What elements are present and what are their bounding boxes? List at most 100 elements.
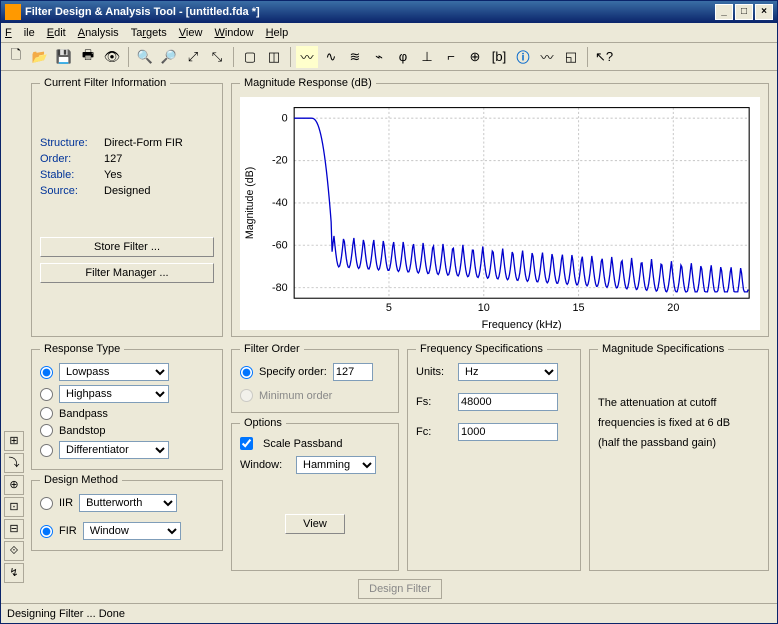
filter-order-group: Filter Order Specify order: Minimum orde…: [231, 343, 399, 413]
menu-targets[interactable]: Targets: [131, 27, 167, 39]
polezero-icon[interactable]: ⊕: [464, 46, 486, 68]
design-filter-button[interactable]: Design Filter: [358, 579, 442, 599]
fullview-icon[interactable]: ▢: [239, 46, 261, 68]
window-label: Window:: [240, 459, 290, 471]
differentiator-radio[interactable]: [40, 444, 53, 457]
structure-label: Structure:: [40, 137, 104, 149]
mag-icon[interactable]: 〰: [296, 46, 318, 68]
content-area: ⊞ ⤵ ⊕ ⊡ ⊟ ⟐ ↯ Current Filter Information…: [1, 71, 777, 603]
app-window: Filter Design & Analysis Tool - [untitle…: [0, 0, 778, 624]
zoomin-icon[interactable]: 🔍: [134, 46, 156, 68]
window-select[interactable]: Hamming: [296, 456, 376, 474]
units-select[interactable]: Hz: [458, 363, 558, 381]
separator: [233, 47, 234, 67]
response-type-group: Response Type Lowpass Highpass Bandpass …: [31, 343, 223, 470]
magest-icon[interactable]: 〰: [536, 46, 558, 68]
step-icon[interactable]: ⌐: [440, 46, 462, 68]
lowpass-radio[interactable]: [40, 366, 53, 379]
scale-passband-checkbox[interactable]: [240, 437, 253, 450]
toolbar: 🗋 📂 💾 🖶 👁 🔍 🔎 ⤢ ⤡ ▢ ◫ 〰 ∿ ≋ ⌁ φ ⊥ ⌐ ⊕ [b…: [1, 43, 777, 71]
sidetab-multirate-icon[interactable]: ⟐: [4, 541, 24, 561]
app-icon: [5, 4, 21, 20]
help-icon[interactable]: ↖?: [593, 46, 615, 68]
open-icon[interactable]: 📂: [29, 46, 51, 68]
svg-text:20: 20: [667, 302, 679, 314]
svg-text:-60: -60: [272, 240, 288, 252]
maximize-button[interactable]: □: [735, 4, 753, 20]
zoomout-icon[interactable]: 🔎: [158, 46, 180, 68]
minimum-order-radio: [240, 389, 253, 402]
menu-window[interactable]: Window: [214, 27, 253, 39]
sidetab-realize-icon[interactable]: ⊡: [4, 497, 24, 517]
svg-text:-40: -40: [272, 197, 288, 209]
close-button[interactable]: ×: [755, 4, 773, 20]
bandstop-radio[interactable]: [40, 424, 53, 437]
svg-text:5: 5: [386, 302, 392, 314]
print-icon[interactable]: 🖶: [77, 46, 99, 68]
fc-input[interactable]: [458, 423, 558, 441]
highpass-radio[interactable]: [40, 388, 53, 401]
order-input[interactable]: [333, 363, 373, 381]
zoomx-icon[interactable]: ⤢: [182, 46, 204, 68]
mag-text-2: frequencies is fixed at 6 dB: [598, 413, 760, 433]
sidetab-polezero-icon[interactable]: ⊕: [4, 475, 24, 495]
menu-view[interactable]: View: [179, 27, 203, 39]
fir-radio[interactable]: [40, 525, 53, 538]
status-text: Designing Filter ... Done: [7, 608, 125, 620]
groupdelay-icon[interactable]: ⌁: [368, 46, 390, 68]
mag-text-3: (half the passband gain): [598, 433, 760, 453]
separator: [587, 47, 588, 67]
printpreview-icon[interactable]: 👁: [101, 46, 123, 68]
magphase-icon[interactable]: ≋: [344, 46, 366, 68]
highpass-select[interactable]: Highpass: [59, 385, 169, 403]
filter-info-group: Current Filter Information Structure:Dir…: [31, 77, 223, 337]
design-method-group: Design Method IIRButterworth FIRWindow: [31, 474, 223, 551]
menu-file[interactable]: File: [5, 27, 35, 39]
minimize-button[interactable]: _: [715, 4, 733, 20]
filter-manager-button[interactable]: Filter Manager ...: [40, 263, 214, 283]
specs-icon[interactable]: ◫: [263, 46, 285, 68]
phasedelay-icon[interactable]: φ: [392, 46, 414, 68]
bandpass-radio[interactable]: [40, 407, 53, 420]
impulse-icon[interactable]: ⊥: [416, 46, 438, 68]
fc-label: Fc:: [416, 426, 452, 438]
fir-select[interactable]: Window: [83, 522, 181, 540]
sidetab-quantize-icon[interactable]: ⊟: [4, 519, 24, 539]
fir-label: FIR: [59, 525, 77, 537]
svg-text:-20: -20: [272, 155, 288, 167]
structure-value: Direct-Form FIR: [104, 137, 214, 149]
specify-order-label: Specify order:: [259, 366, 327, 378]
separator: [290, 47, 291, 67]
info-icon[interactable]: ⓘ: [512, 46, 534, 68]
separator: [128, 47, 129, 67]
menu-edit[interactable]: Edit: [47, 27, 66, 39]
menu-analysis[interactable]: Analysis: [78, 27, 119, 39]
iir-select[interactable]: Butterworth: [79, 494, 177, 512]
bandpass-label: Bandpass: [59, 408, 108, 420]
new-icon[interactable]: 🗋: [5, 46, 27, 68]
magnitude-response-group: Magnitude Response (dB) 0-20-40-60-80510…: [231, 77, 769, 337]
lowpass-select[interactable]: Lowpass: [59, 363, 169, 381]
phase-icon[interactable]: ∿: [320, 46, 342, 68]
menu-help[interactable]: Help: [266, 27, 289, 39]
roundoff-icon[interactable]: ◱: [560, 46, 582, 68]
svg-text:10: 10: [478, 302, 490, 314]
chart-canvas[interactable]: 0-20-40-60-805101520Frequency (kHz)Magni…: [240, 97, 760, 330]
svg-text:15: 15: [573, 302, 585, 314]
fs-input[interactable]: [458, 393, 558, 411]
specify-order-radio[interactable]: [240, 366, 253, 379]
view-button[interactable]: View: [285, 514, 345, 534]
filter-order-legend: Filter Order: [240, 343, 304, 355]
fs-label: Fs:: [416, 396, 452, 408]
iir-radio[interactable]: [40, 497, 53, 510]
zoomy-icon[interactable]: ⤡: [206, 46, 228, 68]
sidetab-transform-icon[interactable]: ↯: [4, 563, 24, 583]
side-tabs: ⊞ ⤵ ⊕ ⊡ ⊟ ⟐ ↯: [1, 71, 25, 603]
differentiator-select[interactable]: Differentiator: [59, 441, 169, 459]
coeff-icon[interactable]: [b]: [488, 46, 510, 68]
sidetab-design-icon[interactable]: ⊞: [4, 431, 24, 451]
store-filter-button[interactable]: Store Filter ...: [40, 237, 214, 257]
status-bar: Designing Filter ... Done: [1, 603, 777, 623]
save-icon[interactable]: 💾: [53, 46, 75, 68]
sidetab-import-icon[interactable]: ⤵: [4, 453, 24, 473]
